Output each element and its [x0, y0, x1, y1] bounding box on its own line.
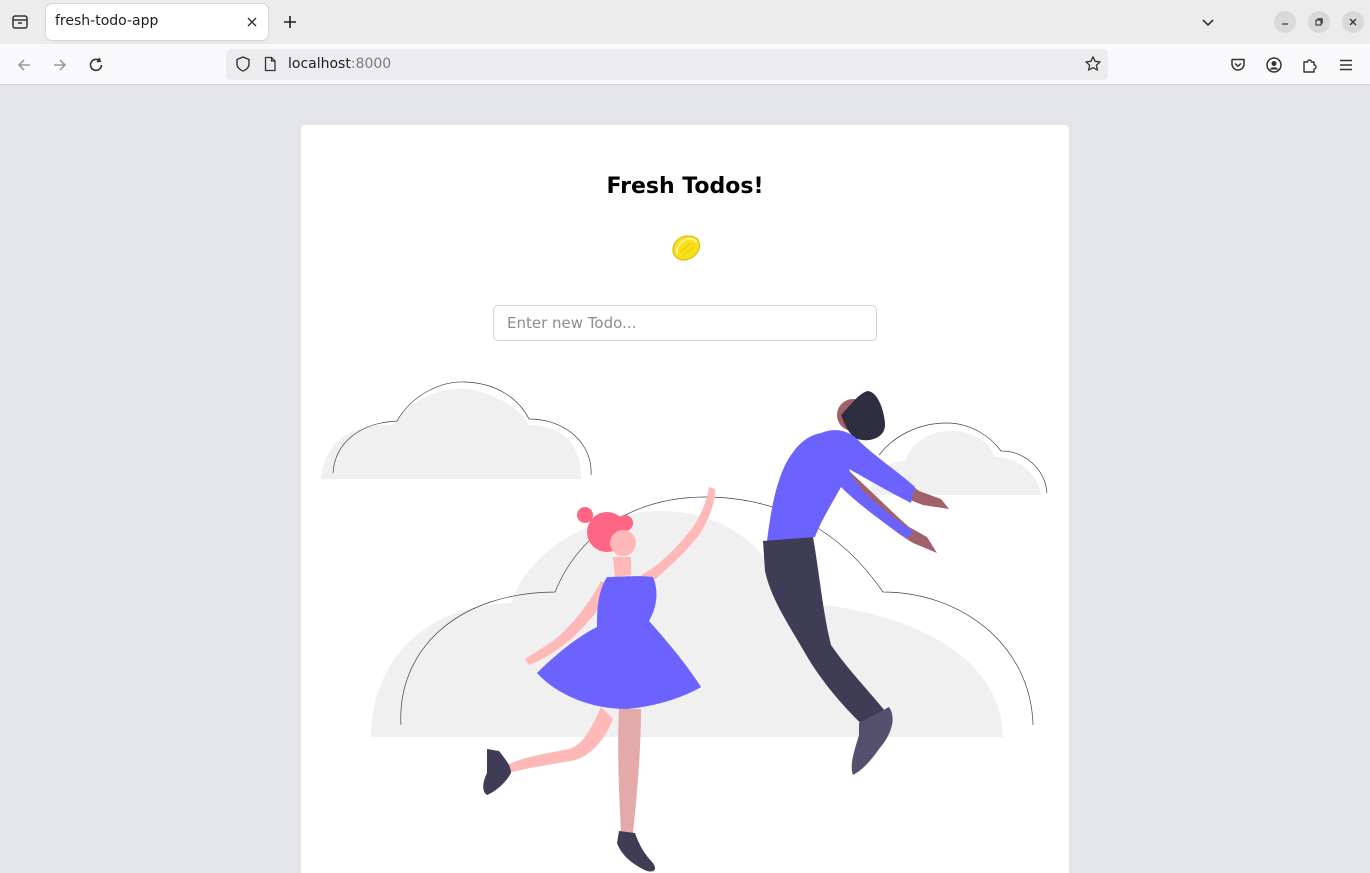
- cloud-big: [371, 496, 1034, 737]
- page-icon[interactable]: [262, 56, 278, 76]
- pocket-icon[interactable]: [1225, 52, 1251, 78]
- url-bar[interactable]: localhost:8000: [226, 49, 1108, 80]
- tab-list-icon[interactable]: [8, 10, 32, 34]
- account-icon[interactable]: [1261, 52, 1287, 78]
- arrow-right-icon[interactable]: [47, 52, 73, 78]
- puzzle-icon[interactable]: [1297, 52, 1323, 78]
- cloud-top-left: [321, 381, 592, 479]
- tab-title: fresh-todo-app: [55, 13, 159, 29]
- hamburger-menu-icon[interactable]: [1333, 52, 1359, 78]
- close-window-button[interactable]: [1342, 11, 1364, 33]
- page-title: Fresh Todos!: [606, 174, 764, 199]
- star-icon[interactable]: [1084, 55, 1102, 77]
- browser-tab-active[interactable]: fresh-todo-app: [46, 4, 268, 40]
- plus-icon[interactable]: [278, 10, 302, 34]
- todo-card: Fresh Todos!: [301, 125, 1069, 873]
- close-icon[interactable]: [242, 12, 262, 32]
- tab-bar: fresh-todo-app: [0, 0, 1370, 44]
- chevron-down-icon[interactable]: [1196, 10, 1220, 34]
- navigation-toolbar: localhost:8000: [0, 44, 1370, 85]
- url-port: :8000: [350, 56, 392, 72]
- lemon-icon: [667, 229, 703, 265]
- shield-icon[interactable]: [234, 55, 252, 77]
- url-host: localhost: [288, 56, 351, 72]
- url-text: localhost:8000: [288, 56, 391, 72]
- minimize-button[interactable]: [1274, 11, 1296, 33]
- new-todo-input[interactable]: [493, 305, 877, 341]
- arrow-left-icon[interactable]: [11, 52, 37, 78]
- reload-icon[interactable]: [83, 52, 109, 78]
- restore-button[interactable]: [1308, 11, 1330, 33]
